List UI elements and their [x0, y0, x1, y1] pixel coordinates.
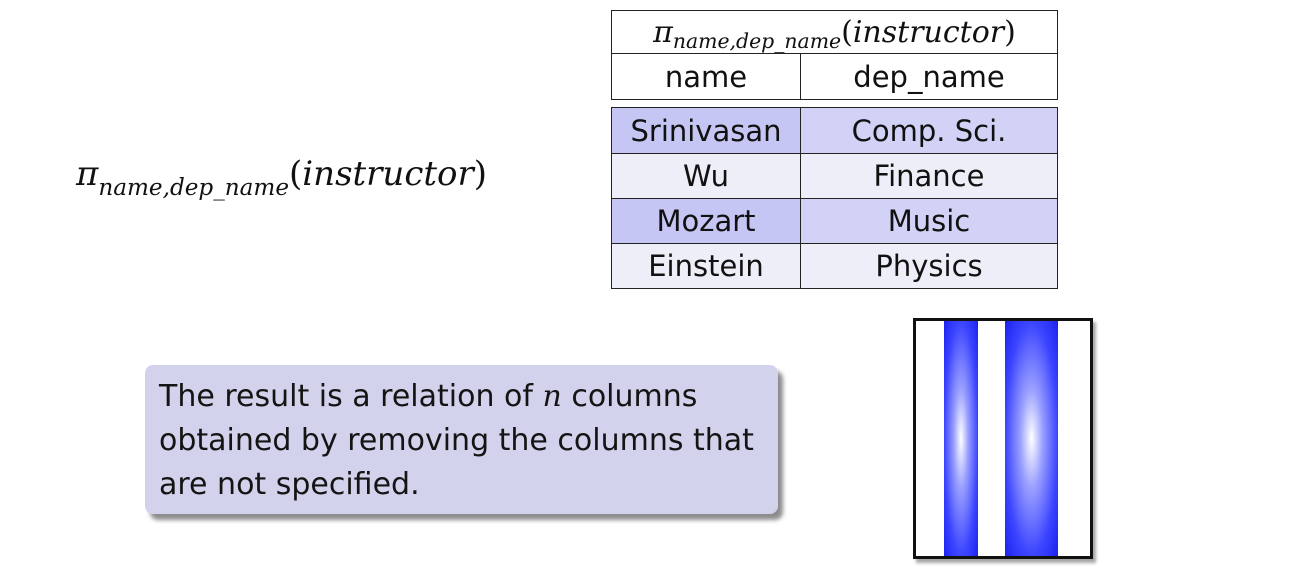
- table-row: Srinivasan Comp. Sci.: [612, 108, 1057, 153]
- explanation-block: The result is a relation of n columns ob…: [145, 365, 778, 514]
- cell-name: Srinivasan: [612, 108, 801, 153]
- projection-expression: πname,dep_name(instructor): [76, 152, 488, 201]
- projection-subscript: name,dep_name: [98, 174, 290, 201]
- close-paren: ): [473, 154, 488, 194]
- cell-dep-name: Physics: [801, 244, 1057, 288]
- table-title-relation: instructor: [852, 14, 1005, 50]
- selected-column-stripe: [1005, 321, 1058, 556]
- cell-dep-name: Finance: [801, 154, 1057, 198]
- header-dep-name: dep_name: [853, 59, 1005, 94]
- table-row: Einstein Physics: [612, 243, 1057, 288]
- note-text-before: The result is a relation of: [159, 379, 543, 414]
- cell-dep-name: Comp. Sci.: [801, 108, 1057, 153]
- cell-name: Wu: [612, 154, 801, 198]
- table-title-pi: π: [653, 14, 673, 50]
- relation-name: instructor: [302, 154, 474, 194]
- table-row: Mozart Music: [612, 198, 1057, 243]
- table-title-subscript: name,dep_name: [672, 28, 842, 53]
- table-title: π name,dep_name(instructor): [611, 10, 1058, 54]
- open-paren: (: [289, 154, 303, 194]
- header-name: name: [612, 54, 801, 99]
- table-body: Srinivasan Comp. Sci. Wu Finance Mozart …: [611, 107, 1058, 289]
- projection-result-table: π name,dep_name(instructor) name dep_name…: [611, 10, 1058, 289]
- table-header-row: name dep_name: [611, 54, 1058, 100]
- cell-name: Einstein: [612, 244, 801, 288]
- table-title-open-paren: (: [841, 14, 853, 50]
- table-row: Wu Finance: [612, 153, 1057, 198]
- column-selection-illustration: [913, 318, 1093, 559]
- cell-name: Mozart: [612, 199, 801, 243]
- selected-column-stripe: [944, 321, 978, 556]
- cell-dep-name: Music: [801, 199, 1057, 243]
- note-variable: n: [542, 379, 562, 414]
- table-title-close-paren: ): [1004, 14, 1016, 50]
- pi-symbol: π: [76, 154, 99, 194]
